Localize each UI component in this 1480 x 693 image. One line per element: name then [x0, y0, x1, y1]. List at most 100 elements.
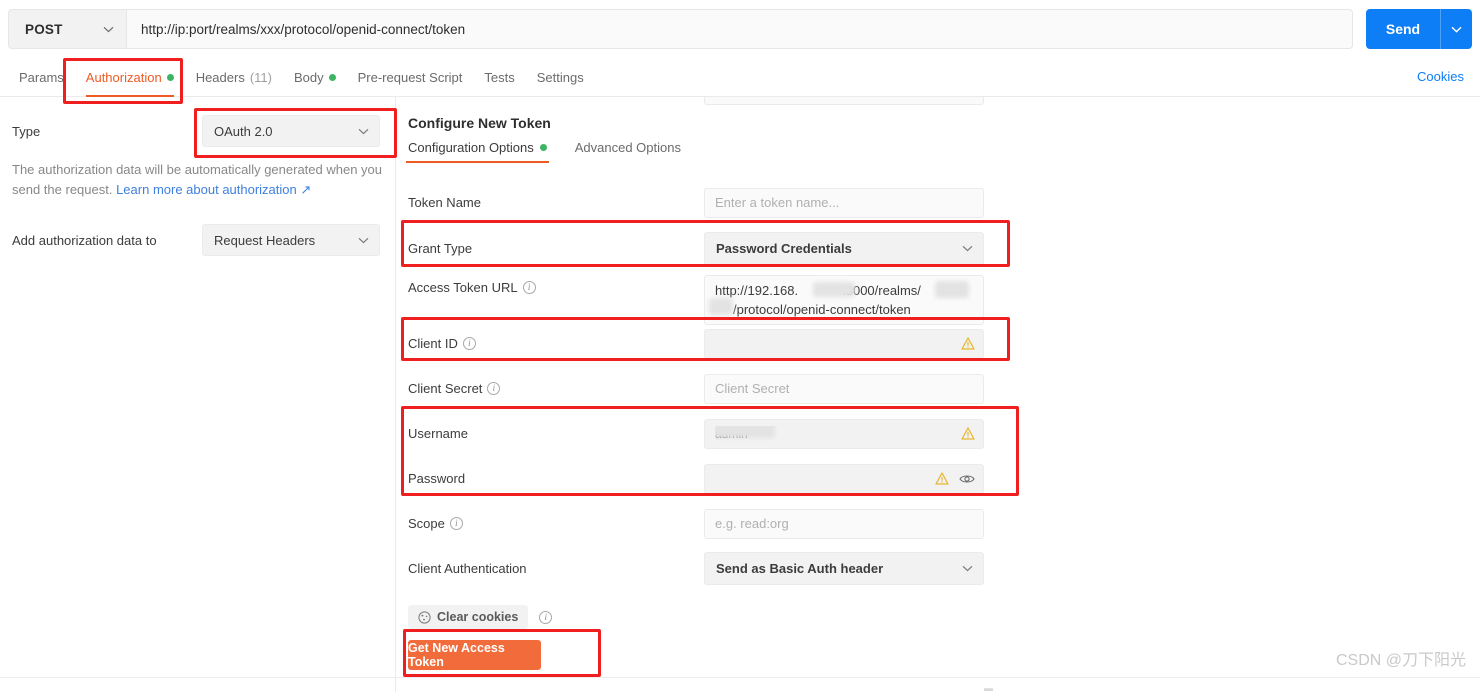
- warning-icon: [961, 427, 975, 440]
- client-authentication-control: Send as Basic Auth header: [704, 552, 984, 585]
- token-config-subtabs: Configuration Options Advanced Options: [406, 140, 707, 163]
- url-prefix-text: http://192.168.: [715, 283, 799, 298]
- request-tabs: Params Authorization Headers (11) Body P…: [0, 58, 1480, 97]
- green-dot-icon: [166, 73, 174, 81]
- info-icon[interactable]: i: [462, 337, 476, 350]
- client-secret-input[interactable]: Client Secret: [704, 373, 984, 404]
- clear-cookies-button[interactable]: Clear cookies: [408, 605, 529, 629]
- request-url-text: http://ip:port/realms/xxx/protocol/openi…: [141, 21, 466, 37]
- clear-cookies-row: Clear cookies i: [408, 605, 553, 629]
- url-suffix-text: /protocol/openid-connect/token: [733, 302, 911, 317]
- resize-handle[interactable]: ▬: [977, 683, 999, 693]
- tab-pre-request-script-label: Pre-request Script: [357, 69, 463, 85]
- tab-headers-count: (11): [249, 69, 272, 85]
- send-button[interactable]: Send: [1366, 9, 1440, 49]
- warning-icon: [961, 337, 975, 350]
- token-name-placeholder: Enter a token name...: [715, 195, 840, 210]
- url-mid-text: :8000/realms/: [842, 283, 921, 298]
- client-id-label-text: Client ID: [408, 336, 458, 351]
- username-control: admin: [704, 418, 984, 449]
- chevron-down-icon: [962, 565, 973, 572]
- grant-type-select[interactable]: Password Credentials: [704, 232, 984, 265]
- tab-headers-label: Headers: [195, 69, 245, 85]
- username-label-text: Username: [408, 426, 468, 441]
- tab-authorization[interactable]: Authorization: [75, 58, 185, 97]
- watermark: CSDN @刀下阳光: [1335, 652, 1466, 669]
- client-authentication-label: Client Authentication: [408, 561, 527, 576]
- http-method-select[interactable]: POST: [8, 9, 126, 49]
- clear-cookies-label: Clear cookies: [437, 610, 519, 624]
- authorization-left-panel: Type OAuth 2.0 The authorization data wi…: [0, 97, 395, 692]
- tab-body-label: Body: [293, 69, 324, 85]
- request-url-input[interactable]: http://ip:port/realms/xxx/protocol/openi…: [126, 9, 1353, 49]
- password-label: Password: [408, 471, 465, 486]
- access-token-url-row: Access Token URL i http://192.168. :8000/…: [396, 271, 1480, 325]
- token-name-input[interactable]: Enter a token name...: [704, 187, 984, 218]
- info-icon[interactable]: i: [449, 517, 463, 530]
- tab-pre-request-script[interactable]: Pre-request Script: [347, 58, 474, 97]
- access-token-url-line2: /protocol/openid-connect/token: [715, 300, 975, 319]
- scope-row: Scope i e.g. read:org: [396, 501, 1480, 546]
- add-auth-data-select[interactable]: Request Headers: [202, 224, 380, 256]
- cookies-link[interactable]: Cookies: [1417, 69, 1464, 84]
- get-new-access-token-button[interactable]: Get New Access Token: [408, 640, 541, 670]
- http-method-label: POST: [25, 21, 63, 37]
- tab-settings[interactable]: Settings: [526, 58, 595, 97]
- scope-label-text: Scope: [408, 516, 445, 531]
- access-token-url-label-text: Access Token URL: [408, 280, 518, 295]
- auth-type-select[interactable]: OAuth 2.0: [202, 115, 380, 147]
- username-text: admin: [715, 427, 748, 441]
- send-button-group: Send: [1366, 9, 1472, 49]
- info-icon[interactable]: i: [522, 281, 536, 294]
- password-row: Password: [396, 456, 1480, 501]
- scope-label: Scope i: [408, 516, 463, 531]
- client-id-row: Client ID i: [396, 321, 1480, 366]
- client-authentication-value: Send as Basic Auth header: [716, 561, 884, 576]
- client-secret-label-text: Client Secret: [408, 381, 483, 396]
- token-name-control: Enter a token name...: [704, 187, 984, 218]
- password-input[interactable]: [704, 463, 984, 494]
- grant-type-label: Grant Type: [408, 241, 472, 256]
- token-name-row: Token Name Enter a token name...: [396, 180, 1480, 225]
- warning-icon: [935, 472, 949, 485]
- info-icon[interactable]: i: [539, 610, 553, 624]
- tab-tests[interactable]: Tests: [473, 58, 525, 97]
- auth-type-label: Type: [12, 123, 41, 139]
- learn-more-authorization-link[interactable]: Learn more about authorization: [116, 182, 297, 197]
- access-token-url-control: http://192.168. :8000/realms/ /protocol/o…: [704, 275, 984, 325]
- access-token-url-label: Access Token URL i: [408, 280, 536, 295]
- subtab-configuration-options-label: Configuration Options: [408, 140, 534, 155]
- send-options-caret[interactable]: [1440, 9, 1472, 49]
- panel-title: Configure New Token: [408, 115, 551, 131]
- client-secret-control: Client Secret: [704, 373, 984, 404]
- subtab-configuration-options[interactable]: Configuration Options: [406, 140, 549, 163]
- client-id-input[interactable]: [704, 328, 984, 359]
- client-id-label: Client ID i: [408, 336, 476, 351]
- scope-control: e.g. read:org: [704, 508, 984, 539]
- auth-type-row: Type OAuth 2.0: [12, 115, 383, 147]
- tab-params[interactable]: Params: [8, 58, 75, 97]
- chevron-down-icon: [358, 237, 369, 244]
- token-name-label-text: Token Name: [408, 195, 481, 210]
- info-icon[interactable]: i: [487, 382, 501, 395]
- external-link-icon: ↗: [296, 182, 312, 197]
- client-id-control: [704, 328, 984, 359]
- access-token-url-input[interactable]: http://192.168. :8000/realms/ /protocol/o…: [704, 275, 984, 325]
- username-row: Username admin: [396, 411, 1480, 456]
- tab-body[interactable]: Body: [283, 58, 347, 97]
- username-input[interactable]: admin: [704, 418, 984, 449]
- scope-input[interactable]: e.g. read:org: [704, 508, 984, 539]
- client-authentication-select[interactable]: Send as Basic Auth header: [704, 552, 984, 585]
- scrolled-clipped-input[interactable]: [704, 97, 984, 105]
- chevron-down-icon: [103, 26, 114, 33]
- show-password-eye-icon[interactable]: [959, 473, 975, 485]
- subtab-advanced-options[interactable]: Advanced Options: [573, 140, 683, 163]
- client-secret-row: Client Secret i Client Secret: [396, 366, 1480, 411]
- password-label-text: Password: [408, 471, 466, 486]
- cookie-icon: [418, 610, 431, 624]
- grant-type-control: Password Credentials: [704, 232, 984, 265]
- grant-type-row: Grant Type Password Credentials: [396, 226, 1480, 271]
- tab-authorization-label: Authorization: [85, 69, 162, 85]
- chevron-down-icon: [358, 128, 369, 135]
- tab-headers[interactable]: Headers (11): [185, 58, 283, 97]
